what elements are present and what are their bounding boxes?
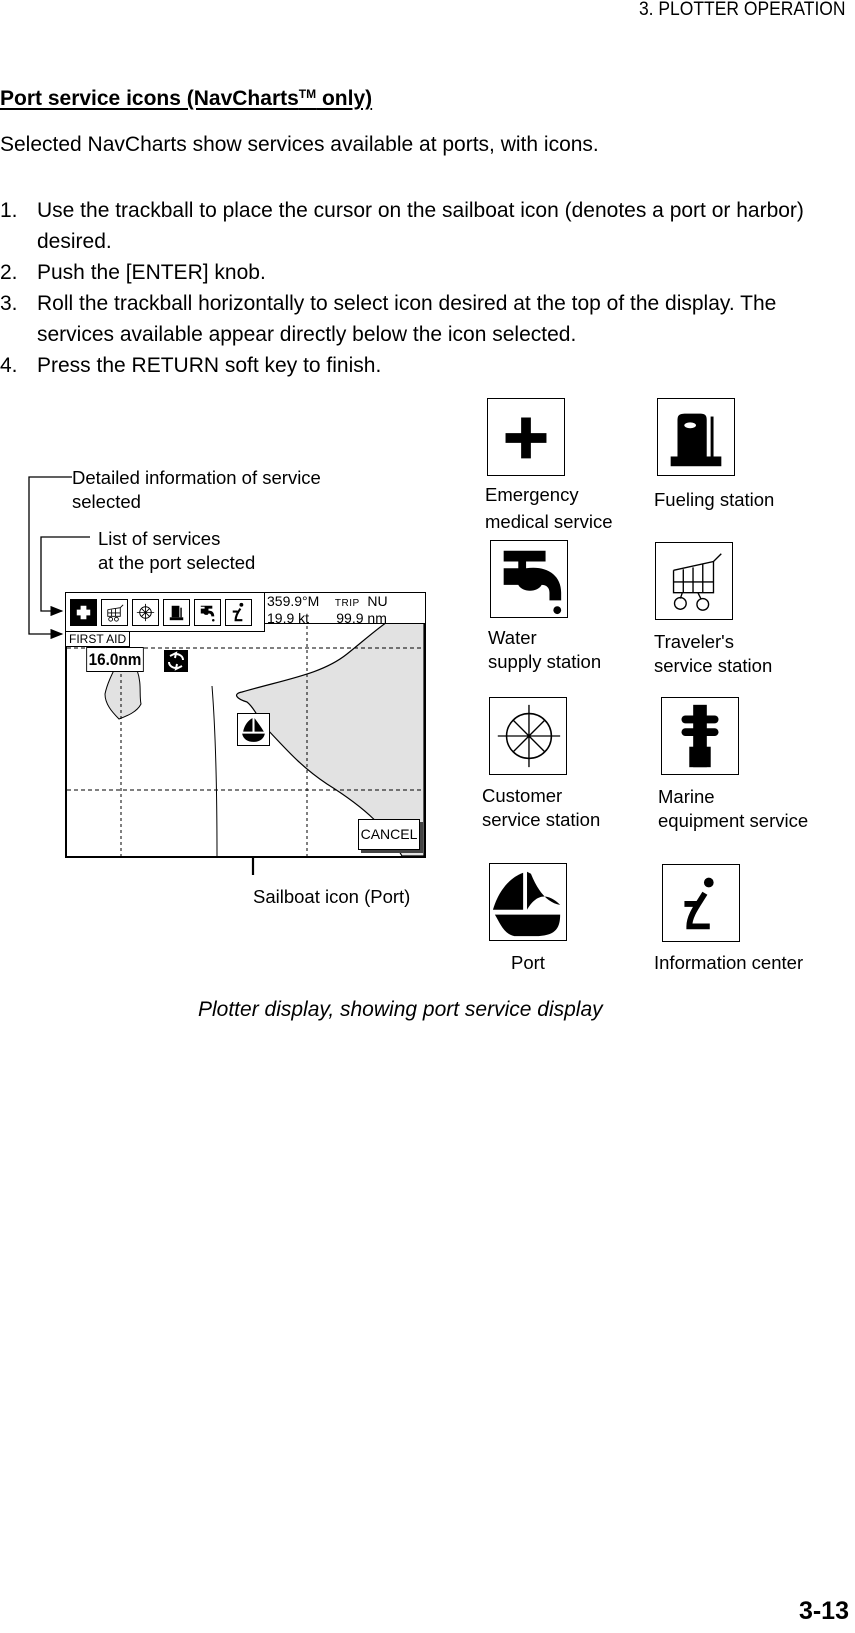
legend-icon-customer-service <box>489 697 567 775</box>
sailboat-icon <box>492 871 561 937</box>
legend-icon-port <box>489 863 567 941</box>
cancel-button[interactable]: CANCEL <box>358 819 420 850</box>
shopping-cart-icon <box>672 553 722 611</box>
trip-label: TRIP <box>334 598 360 609</box>
selected-service-label: FIRST AID <box>65 631 131 647</box>
legend-icon-marine-equipment <box>661 697 739 775</box>
service-tab-customer[interactable] <box>132 598 159 626</box>
legend-label: Information center <box>654 951 803 975</box>
water-tap-icon <box>200 605 215 621</box>
legend-text: service station <box>654 655 773 676</box>
service-tab-fuel[interactable] <box>163 598 190 626</box>
speed-value: 19.9 kt <box>267 610 310 626</box>
running-head: 3. PLOTTER OPERATION <box>639 0 846 20</box>
marine-equipment-icon <box>681 704 719 768</box>
legend-icon-information-center <box>662 864 740 942</box>
information-icon <box>684 877 714 930</box>
service-tab-travelers[interactable] <box>101 598 128 626</box>
chart-symbol-icon <box>164 650 188 672</box>
legend-label: Water supply station <box>488 626 601 674</box>
medical-cross-icon <box>505 417 547 459</box>
information-icon <box>232 602 244 621</box>
legend-icon-emergency-medical <box>487 398 565 476</box>
shopping-cart-icon <box>107 604 124 622</box>
service-tab-water[interactable] <box>194 598 221 626</box>
water-tap-icon <box>503 550 562 615</box>
legend-icon-travelers-service <box>655 542 733 620</box>
port-sailboat-marker[interactable] <box>237 713 270 746</box>
service-tab-first-aid[interactable] <box>70 598 97 626</box>
legend-label: Emergency medical service <box>485 483 613 534</box>
legend-text: Information center <box>654 952 804 973</box>
legend-text: equipment service <box>658 810 809 831</box>
heading-value: 359.9°M <box>267 593 320 609</box>
service-tab-information[interactable] <box>225 598 252 626</box>
nav-data-readout: 359.9°M TRIP NU 19.9 kt 99.9 nm <box>264 592 426 626</box>
service-icon-bar <box>65 592 265 632</box>
medical-cross-icon <box>76 605 91 619</box>
page-number: 3-13 <box>798 1597 849 1625</box>
legend-label: Marine equipment service <box>658 785 808 833</box>
callout-sailboat: Sailboat icon (Port) <box>253 886 411 907</box>
legend-icon-fueling <box>657 398 735 476</box>
legend-text: Port <box>511 952 545 973</box>
legend-text: Marine <box>658 786 715 807</box>
mode-value: NU <box>367 593 388 609</box>
legend-text: service station <box>482 809 601 830</box>
trip-distance-value: 99.9 nm <box>336 610 387 626</box>
ship-wheel-icon <box>497 704 561 768</box>
sailboat-icon <box>242 718 265 742</box>
legend-text: supply station <box>488 651 602 672</box>
range-scale: 16.0nm <box>86 647 144 672</box>
ship-wheel-icon <box>136 603 155 621</box>
legend-text: Customer <box>482 785 563 806</box>
legend-label: Traveler's service station <box>654 630 772 678</box>
fuel-pump-icon <box>670 413 722 467</box>
legend-text: Traveler's <box>654 631 734 652</box>
legend-icon-water-supply <box>490 540 568 618</box>
legend-text: Emergency <box>485 484 579 505</box>
fuel-pump-icon <box>169 605 184 620</box>
legend-text: Fueling station <box>654 489 775 510</box>
legend-label: Fueling station <box>654 488 774 512</box>
legend-text: medical service <box>485 511 613 532</box>
legend-label: Customer service station <box>482 784 600 832</box>
legend-label: Port <box>511 951 545 975</box>
legend-text: Water <box>488 627 537 648</box>
figure-caption: Plotter display, showing port service di… <box>198 998 603 1021</box>
